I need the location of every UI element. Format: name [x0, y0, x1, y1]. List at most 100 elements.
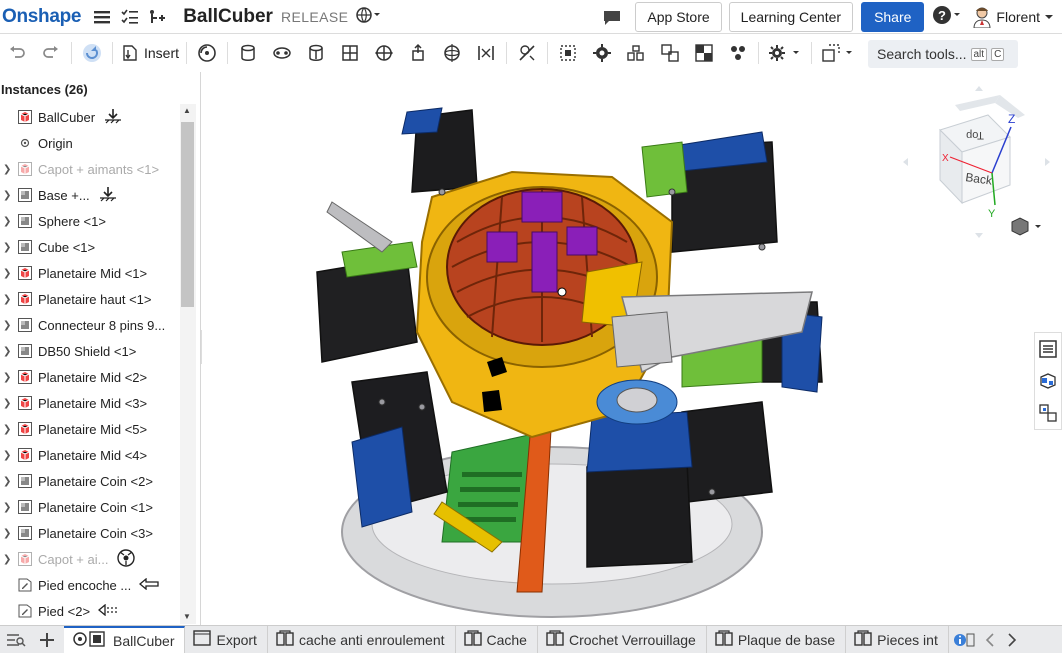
cylindrical-mate-icon[interactable]	[371, 40, 397, 66]
chevron-right-icon[interactable]: ❯	[3, 268, 15, 279]
parallel-mate-icon[interactable]	[473, 40, 499, 66]
view-options-icon[interactable]	[1011, 217, 1041, 236]
rotate-up-icon[interactable]	[975, 86, 983, 91]
chevron-right-icon[interactable]: ❯	[3, 554, 15, 565]
instance-row[interactable]: Origin	[0, 130, 180, 156]
instance-row[interactable]: BallCuber	[0, 104, 180, 130]
chevron-right-icon[interactable]: ❯	[3, 398, 15, 409]
tab-pieces-int[interactable]: Pieces int	[846, 626, 949, 653]
settings-gear-icon[interactable]	[766, 40, 804, 66]
redo-icon[interactable]	[38, 40, 64, 66]
regenerate-icon[interactable]	[79, 40, 105, 66]
assembly-icon	[18, 292, 32, 306]
tangent-mate-icon[interactable]	[514, 40, 540, 66]
help-icon[interactable]: ?	[932, 5, 962, 30]
instance-row[interactable]: ❯ Planetaire Mid <3>	[0, 390, 180, 416]
instance-row[interactable]: ❯ Planetaire Mid <1>	[0, 260, 180, 286]
scroll-down-icon[interactable]: ▼	[183, 612, 191, 621]
planar-mate-icon[interactable]	[337, 40, 363, 66]
tab-crochet-verrouillage[interactable]: Crochet Verrouillage	[538, 626, 707, 653]
instance-row[interactable]: ❯ Planetaire Coin <2>	[0, 468, 180, 494]
instance-row[interactable]: Pied encoche ...	[0, 572, 180, 598]
chevron-right-icon[interactable]: ❯	[3, 294, 15, 305]
scroll-tabs-left-icon[interactable]	[979, 626, 1001, 653]
tab-cache[interactable]: Cache	[456, 626, 538, 653]
rotate-down-icon[interactable]	[975, 233, 983, 238]
instance-row[interactable]: ❯ Capot + aimants <1>	[0, 156, 180, 182]
instance-row[interactable]: ❯ Capot + ai...	[0, 546, 180, 572]
chevron-right-icon[interactable]: ❯	[3, 164, 15, 175]
undo-icon[interactable]	[4, 40, 30, 66]
chevron-right-icon[interactable]: ❯	[3, 476, 15, 487]
mate-icon	[116, 548, 136, 571]
revolute-mate-icon[interactable]	[269, 40, 295, 66]
replicate-icon[interactable]	[657, 40, 683, 66]
chevron-right-icon[interactable]: ❯	[3, 320, 15, 331]
instance-row[interactable]: ❯ Planetaire Coin <3>	[0, 520, 180, 546]
instance-row[interactable]: Pied <2>	[0, 598, 180, 624]
chevron-right-icon[interactable]: ❯	[3, 216, 15, 227]
explode-icon[interactable]	[725, 40, 751, 66]
chevron-right-icon[interactable]: ❯	[3, 528, 15, 539]
instance-row[interactable]: ❯ Sphere <1>	[0, 208, 180, 234]
search-tools-input[interactable]: Search tools... alt C	[868, 40, 1018, 68]
user-menu[interactable]: Florent	[972, 6, 1054, 28]
instance-row[interactable]: ❯ Base +...	[0, 182, 180, 208]
appearance-panel-button[interactable]	[1035, 365, 1061, 397]
insert-button[interactable]: Insert	[122, 44, 179, 62]
tab-cache-anti-enroulement[interactable]: cache anti enroulement	[268, 626, 456, 653]
chevron-right-icon[interactable]: ❯	[3, 242, 15, 253]
view-cube[interactable]: Top Back Z X Y	[900, 85, 1055, 240]
instance-row[interactable]: ❯ Planetaire Mid <2>	[0, 364, 180, 390]
globe-icon[interactable]	[356, 6, 381, 27]
share-button[interactable]: Share	[861, 2, 925, 32]
tab-export[interactable]: Export	[185, 626, 268, 653]
menu-icon[interactable]	[91, 6, 113, 28]
tab-list-menu[interactable]	[0, 626, 32, 653]
chevron-right-icon[interactable]: ❯	[3, 372, 15, 383]
pin-slot-mate-icon[interactable]	[405, 40, 431, 66]
chevron-right-icon[interactable]: ❯	[3, 346, 15, 357]
properties-panel-button[interactable]	[1035, 333, 1061, 365]
section-view-icon[interactable]	[819, 40, 857, 66]
chevron-right-icon[interactable]: ❯	[3, 424, 15, 435]
mirror-icon[interactable]	[691, 40, 717, 66]
slider-mate-icon[interactable]	[303, 40, 329, 66]
scroll-up-icon[interactable]: ▲	[183, 106, 191, 115]
instances-list: BallCuber Origin ❯ Capot + aimants <1> ❯ Base…	[0, 104, 180, 624]
tab-ballcuber[interactable]: BallCuber	[64, 626, 186, 653]
instance-row[interactable]: ❯ Cube <1>	[0, 234, 180, 260]
comments-icon[interactable]	[602, 8, 622, 26]
instance-row[interactable]: ❯ Planetaire Mid <4>	[0, 442, 180, 468]
instance-row[interactable]: ❯ Planetaire haut <1>	[0, 286, 180, 312]
insert-tree-icon[interactable]	[147, 6, 169, 28]
info-tab-icon[interactable]	[949, 626, 979, 653]
instance-row[interactable]: ❯ DB50 Shield <1>	[0, 338, 180, 364]
add-tab-button[interactable]	[32, 626, 64, 653]
app-store-button[interactable]: App Store	[635, 2, 722, 32]
scroll-tabs-right-icon[interactable]	[1001, 626, 1023, 653]
chevron-right-icon[interactable]: ❯	[3, 450, 15, 461]
part-icon	[18, 318, 32, 332]
scrollbar-thumb[interactable]	[181, 122, 194, 307]
learning-center-button[interactable]: Learning Center	[728, 2, 854, 32]
instance-row[interactable]: ❯ Planetaire Coin <1>	[0, 494, 180, 520]
group-icon[interactable]	[555, 40, 581, 66]
fastened-mate-icon[interactable]	[235, 40, 261, 66]
feature-list-icon[interactable]	[119, 6, 141, 28]
instance-row[interactable]: ❯ Planetaire Mid <5>	[0, 416, 180, 442]
ball-mate-icon[interactable]	[439, 40, 465, 66]
app-logo[interactable]: Onshape	[2, 6, 82, 28]
instance-row[interactable]: ❯ Connecteur 8 pins 9...	[0, 312, 180, 338]
tab-plaque-de-base[interactable]: Plaque de base	[707, 626, 847, 653]
chevron-right-icon[interactable]: ❯	[3, 190, 15, 201]
rotate-right-icon[interactable]	[1045, 158, 1050, 166]
mate-panel-button[interactable]	[1035, 397, 1061, 429]
rotate-left-icon[interactable]	[903, 158, 908, 166]
gear-relation-icon[interactable]	[589, 40, 615, 66]
document-title[interactable]: BallCuber	[183, 6, 273, 28]
linear-pattern-icon[interactable]	[623, 40, 649, 66]
chevron-right-icon[interactable]: ❯	[3, 502, 15, 513]
mate-connector-icon[interactable]	[194, 40, 220, 66]
assembly-icon	[18, 448, 32, 462]
